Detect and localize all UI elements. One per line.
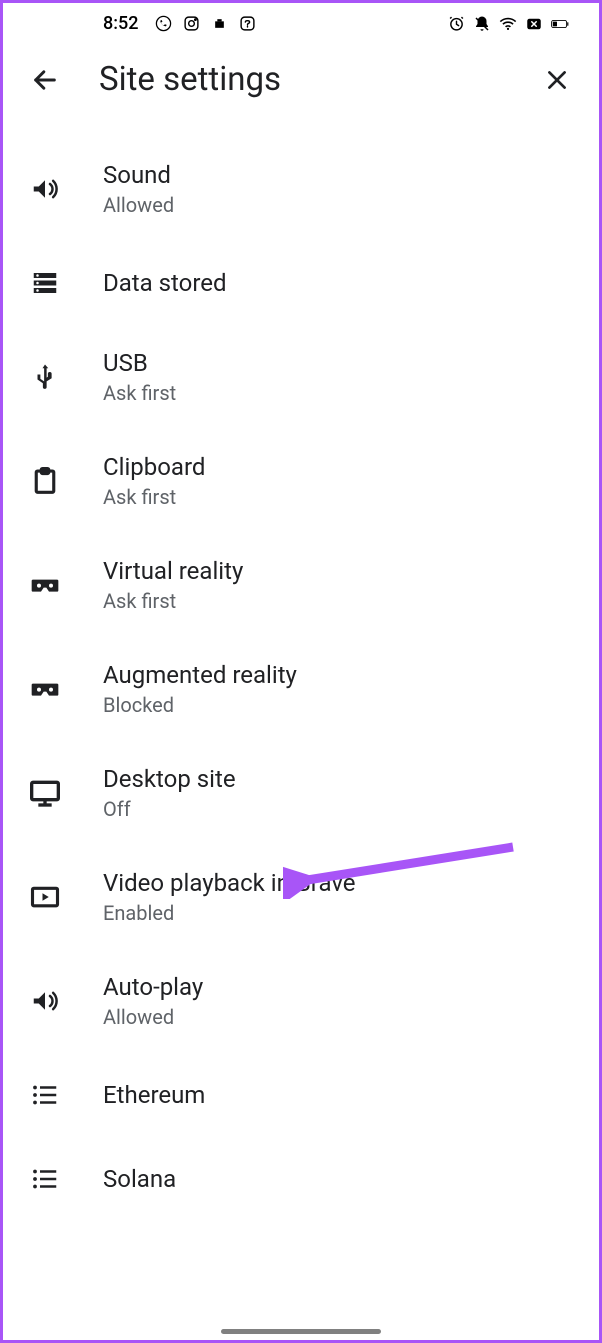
desktop-icon [27, 775, 63, 811]
alarm-icon [447, 15, 465, 33]
list-icon [27, 1077, 63, 1113]
ar-icon [27, 671, 63, 707]
close-button[interactable] [539, 62, 575, 98]
setting-title: Augmented reality [103, 661, 297, 689]
setting-ethereum[interactable]: Ethereum [3, 1053, 599, 1137]
setting-title: Desktop site [103, 765, 236, 793]
instagram-icon [182, 15, 200, 33]
setting-title: Sound [103, 161, 174, 189]
setting-virtual-reality[interactable]: Virtual reality Ask first [3, 533, 599, 637]
setting-subtitle: Allowed [103, 193, 174, 217]
setting-subtitle: Ask first [103, 589, 243, 613]
setting-title: Auto-play [103, 973, 203, 1001]
setting-subtitle: Ask first [103, 485, 205, 509]
setting-sound[interactable]: Sound Allowed [3, 137, 599, 241]
setting-video-playback[interactable]: Video playback in Brave Enabled [3, 845, 599, 949]
setting-subtitle: Allowed [103, 1005, 203, 1029]
header: Site settings [3, 42, 599, 117]
setting-clipboard[interactable]: Clipboard Ask first [3, 429, 599, 533]
wifi-icon [499, 15, 517, 33]
app-icon [210, 15, 228, 33]
setting-auto-play[interactable]: Auto-play Allowed [3, 949, 599, 1053]
setting-title: Ethereum [103, 1081, 205, 1109]
setting-subtitle: Off [103, 797, 236, 821]
bell-off-icon [473, 15, 491, 33]
back-button[interactable] [27, 62, 63, 98]
clipboard-icon [27, 463, 63, 499]
setting-title: Video playback in Brave [103, 869, 356, 897]
setting-subtitle: Enabled [103, 901, 356, 925]
autoplay-icon [27, 983, 63, 1019]
setting-title: USB [103, 349, 176, 377]
setting-data-stored[interactable]: Data stored [3, 241, 599, 325]
video-icon [27, 879, 63, 915]
setting-augmented-reality[interactable]: Augmented reality Blocked [3, 637, 599, 741]
setting-title: Clipboard [103, 453, 205, 481]
setting-title: Virtual reality [103, 557, 243, 585]
storage-icon [27, 265, 63, 301]
sound-icon [27, 171, 63, 207]
mobile-data-off-icon [525, 15, 543, 33]
battery-icon [551, 15, 569, 33]
setting-usb[interactable]: USB Ask first [3, 325, 599, 429]
page-title: Site settings [99, 60, 281, 99]
settings-list: Sound Allowed Data stored USB Ask first … [3, 117, 599, 1221]
setting-title: Data stored [103, 269, 227, 297]
setting-desktop-site[interactable]: Desktop site Off [3, 741, 599, 845]
app-icon-2 [238, 15, 256, 33]
status-time: 8:52 [103, 13, 138, 34]
vr-icon [27, 567, 63, 603]
setting-subtitle: Ask first [103, 381, 176, 405]
usb-icon [27, 359, 63, 395]
setting-subtitle: Blocked [103, 693, 297, 717]
setting-solana[interactable]: Solana [3, 1137, 599, 1221]
home-indicator[interactable] [221, 1329, 381, 1334]
status-bar: 8:52 [3, 3, 599, 42]
setting-title: Solana [103, 1165, 176, 1193]
whatsapp-icon [154, 15, 172, 33]
list-icon [27, 1161, 63, 1197]
